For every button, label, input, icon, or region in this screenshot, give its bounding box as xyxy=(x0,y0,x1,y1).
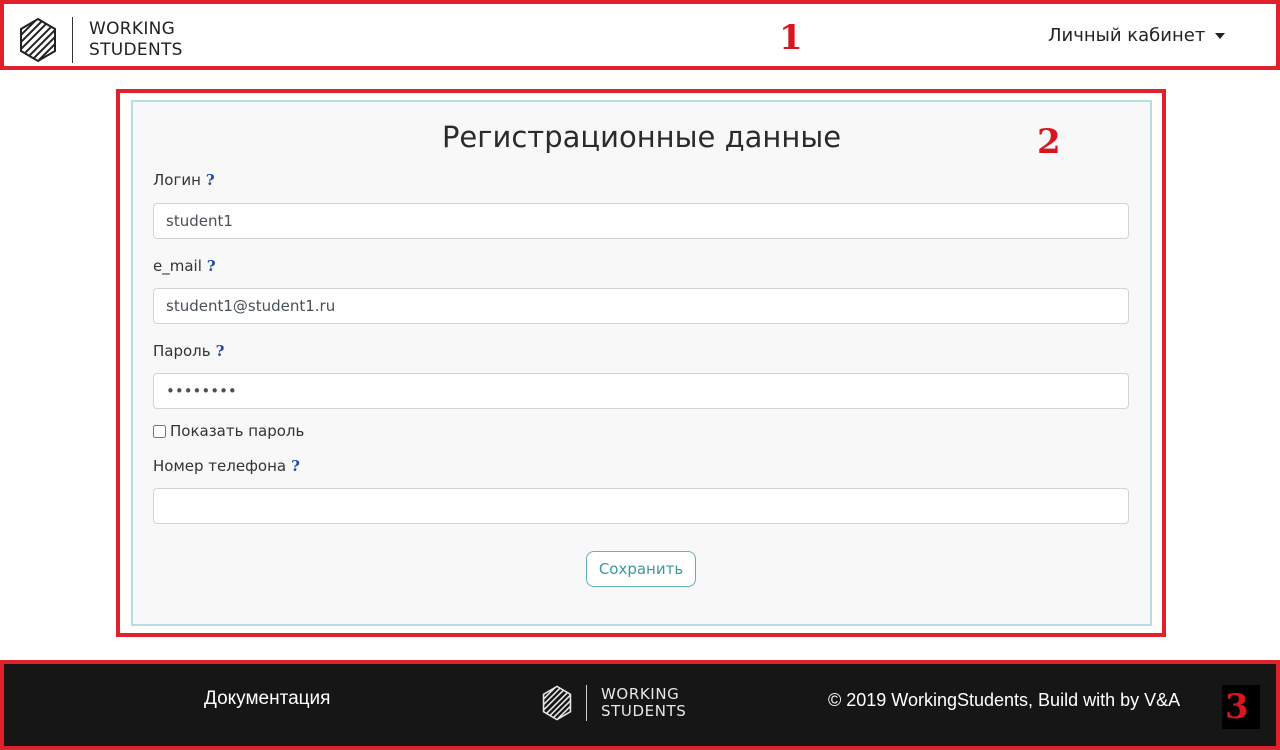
logo-divider xyxy=(586,685,587,721)
phone-help-icon[interactable]: ? xyxy=(291,457,300,475)
logo-wordmark: WORKING STUDENTS xyxy=(89,19,183,61)
show-password-checkbox[interactable] xyxy=(153,424,166,438)
logo-divider xyxy=(72,17,73,63)
logo-icon xyxy=(542,685,572,721)
form-title: Регистрационные данные xyxy=(441,120,842,154)
logo-wordmark: WORKING STUDENTS xyxy=(601,686,686,720)
logo-text-line1: WORKING xyxy=(89,19,176,39)
annotation-marker-3: 3 xyxy=(1225,687,1249,727)
phone-label: Номер телефона? xyxy=(153,457,300,475)
site-header: WORKING STUDENTS 1 Личный кабинет xyxy=(0,0,1280,70)
annotation-marker-2: 2 xyxy=(1037,122,1061,162)
footer-logo[interactable]: WORKING STUDENTS xyxy=(540,684,686,722)
password-help-icon[interactable]: ? xyxy=(216,342,225,360)
personal-cabinet-label: Личный кабинет xyxy=(1048,25,1206,46)
login-help-icon[interactable]: ? xyxy=(206,171,215,189)
email-label-text: e_mail xyxy=(153,257,202,275)
email-label: e_mail? xyxy=(153,257,216,275)
login-label-text: Логин xyxy=(153,171,201,189)
phone-input[interactable] xyxy=(153,488,1129,524)
site-footer: Документация WORKING STUDENTS © 2019 Wor… xyxy=(0,660,1280,750)
email-input[interactable] xyxy=(153,288,1129,324)
logo-icon xyxy=(20,17,56,63)
caret-down-icon xyxy=(1215,32,1226,39)
password-input[interactable] xyxy=(153,373,1129,409)
registration-card: Регистрационные данные 2 Логин? e_mail? … xyxy=(131,100,1152,626)
password-label-text: Пароль xyxy=(153,342,211,360)
personal-cabinet-dropdown[interactable]: Личный кабинет xyxy=(1048,25,1226,46)
phone-label-text: Номер телефона xyxy=(153,457,287,475)
copyright-text: © 2019 WorkingStudents, Build with by V&… xyxy=(828,690,1181,710)
show-password-toggle[interactable]: Показать пароль xyxy=(153,422,304,440)
password-label: Пароль? xyxy=(153,342,224,360)
logo-text-line2: STUDENTS xyxy=(601,702,687,720)
header-logo[interactable]: WORKING STUDENTS xyxy=(18,16,183,64)
logo-text-line1: WORKING xyxy=(601,685,680,703)
documentation-link[interactable]: Документация xyxy=(204,688,330,710)
login-label: Логин? xyxy=(153,171,215,189)
annotation-marker-1: 1 xyxy=(779,18,803,58)
registration-section: Регистрационные данные 2 Логин? e_mail? … xyxy=(116,89,1166,637)
save-button[interactable]: Сохранить xyxy=(586,551,696,587)
logo-text-line2: STUDENTS xyxy=(89,40,183,60)
login-input[interactable] xyxy=(153,203,1129,239)
email-help-icon[interactable]: ? xyxy=(207,257,216,275)
show-password-label: Показать пароль xyxy=(170,422,305,440)
